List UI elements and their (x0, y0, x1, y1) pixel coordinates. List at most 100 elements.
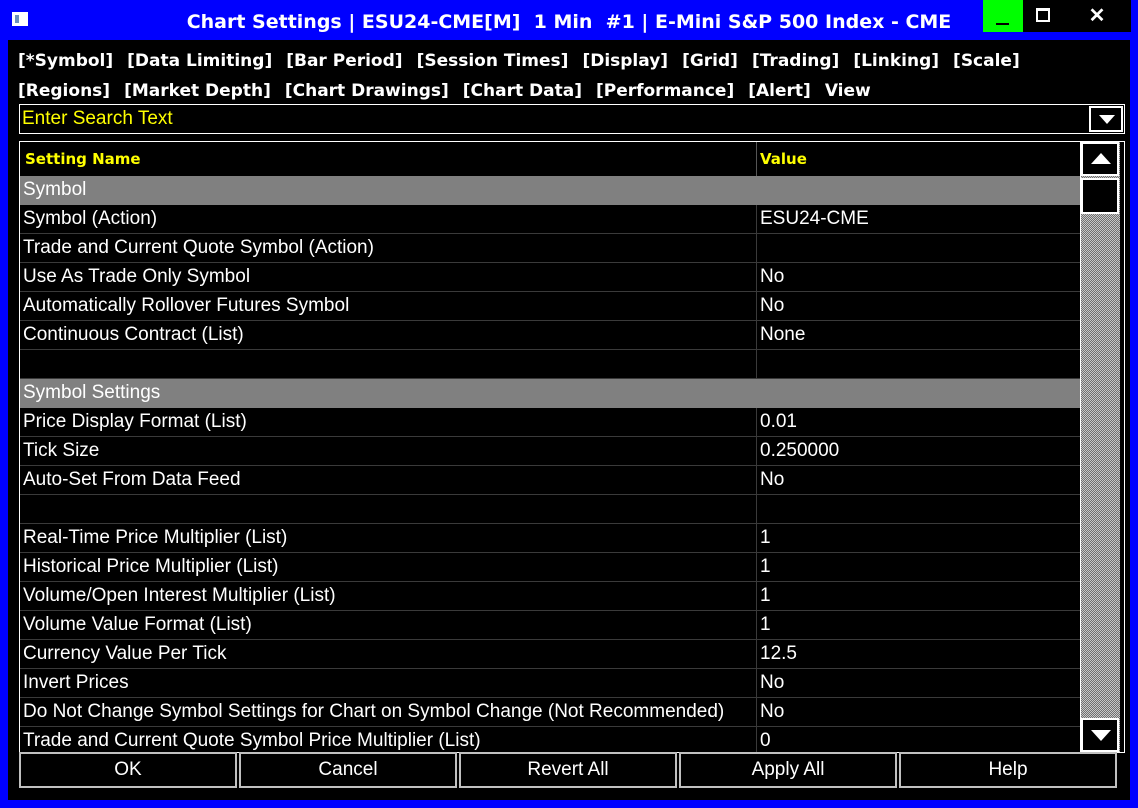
search-input[interactable] (20, 105, 1082, 133)
setting-value[interactable]: 0 (760, 727, 1078, 752)
setting-name: Continuous Contract (List) (23, 324, 244, 345)
close-button[interactable]: ✕ (1063, 0, 1131, 32)
setting-value[interactable]: 1 (760, 582, 1078, 610)
setting-name: Use As Trade Only Symbol (23, 266, 251, 287)
tab-trading[interactable]: [Trading] (752, 46, 839, 76)
setting-row[interactable]: Invert Prices No (20, 669, 1080, 698)
cell-separator (756, 727, 757, 752)
setting-row[interactable]: Real-Time Price Multiplier (List) 1 (20, 524, 1080, 553)
tab-alert[interactable]: [Alert] (748, 76, 811, 106)
section-header-row[interactable]: Symbol (20, 176, 1080, 205)
setting-row[interactable] (20, 350, 1080, 379)
setting-value[interactable]: 1 (760, 611, 1078, 639)
cell-separator (756, 408, 757, 437)
setting-value[interactable]: 0.250000 (760, 437, 1078, 465)
setting-value[interactable]: None (760, 321, 1078, 349)
cell-separator (756, 466, 757, 495)
cell-separator (756, 321, 757, 350)
section-header-row[interactable]: Symbol Settings (20, 379, 1080, 408)
tab-regions[interactable]: [Regions] (18, 76, 110, 106)
search-dropdown-button[interactable] (1089, 106, 1123, 132)
revert-all-button[interactable]: Revert All (459, 752, 677, 788)
setting-row[interactable]: Do Not Change Symbol Settings for Chart … (20, 698, 1080, 727)
client-area: [*Symbol] [Data Limiting] [Bar Period] [Ses… (8, 40, 1130, 800)
setting-value[interactable]: No (760, 669, 1078, 697)
section-title: Symbol (23, 179, 87, 200)
setting-row[interactable]: Historical Price Multiplier (List) 1 (20, 553, 1080, 582)
setting-name: Volume Value Format (List) (23, 614, 252, 635)
setting-name: Auto-Set From Data Feed (23, 469, 241, 490)
tab-view[interactable]: View (825, 76, 871, 106)
setting-name: Tick Size (23, 440, 100, 461)
setting-name: Historical Price Multiplier (List) (23, 556, 279, 577)
setting-value[interactable]: 12.5 (760, 640, 1078, 668)
setting-value[interactable]: 1 (760, 553, 1078, 581)
setting-name: Do Not Change Symbol Settings for Chart … (23, 701, 725, 722)
column-header-value[interactable]: Value (760, 142, 1078, 176)
cell-separator (756, 292, 757, 321)
window-title: Chart Settings | ESU24-CME[M] 1 Min #1 |… (186, 11, 952, 33)
setting-row[interactable]: Trade and Current Quote Symbol (Action) (20, 234, 1080, 263)
column-header-setting-name[interactable]: Setting Name (25, 142, 760, 176)
search-box (19, 104, 1125, 134)
tab-linking[interactable]: [Linking] (853, 46, 939, 76)
setting-name: Price Display Format (List) (23, 411, 247, 432)
vertical-scrollbar[interactable] (1080, 142, 1120, 752)
setting-row[interactable]: Auto-Set From Data Feed No (20, 466, 1080, 495)
settings-grid: Setting Name Value Symbol Symbol (Action)… (19, 141, 1125, 753)
apply-all-button[interactable]: Apply All (679, 752, 897, 788)
tab-chart-drawings[interactable]: [Chart Drawings] (285, 76, 449, 106)
tab-session-times[interactable]: [Session Times] (417, 46, 569, 76)
setting-row[interactable]: Volume Value Format (List) 1 (20, 611, 1080, 640)
cancel-button[interactable]: Cancel (239, 752, 457, 788)
setting-row[interactable]: Continuous Contract (List) None (20, 321, 1080, 350)
cell-separator (756, 350, 757, 379)
tab-performance[interactable]: [Performance] (596, 76, 734, 106)
scroll-up-arrow-icon[interactable] (1081, 142, 1119, 176)
setting-value[interactable]: 0.01 (760, 408, 1078, 436)
tab-grid[interactable]: [Grid] (682, 46, 738, 76)
setting-name: Real-Time Price Multiplier (List) (23, 527, 288, 548)
cell-separator (756, 234, 757, 263)
tab-market-depth[interactable]: [Market Depth] (124, 76, 271, 106)
setting-row[interactable]: Use As Trade Only Symbol No (20, 263, 1080, 292)
setting-row[interactable]: Volume/Open Interest Multiplier (List) 1 (20, 582, 1080, 611)
tab-symbol[interactable]: [*Symbol] (18, 46, 113, 76)
cell-separator (756, 698, 757, 727)
tab-chart-data[interactable]: [Chart Data] (463, 76, 582, 106)
setting-row[interactable]: Price Display Format (List) 0.01 (20, 408, 1080, 437)
tab-display[interactable]: [Display] (582, 46, 668, 76)
tab-data-limiting[interactable]: [Data Limiting] (127, 46, 272, 76)
setting-name: Currency Value Per Tick (23, 643, 227, 664)
setting-row[interactable]: Tick Size 0.250000 (20, 437, 1080, 466)
setting-row[interactable]: Automatically Rollover Futures Symbol No (20, 292, 1080, 321)
setting-row[interactable]: Symbol (Action) ESU24-CME (20, 205, 1080, 234)
title-bar[interactable]: Chart Settings | ESU24-CME[M] 1 Min #1 |… (0, 0, 1138, 40)
setting-value[interactable]: ESU24-CME (760, 205, 1078, 233)
cell-separator (756, 524, 757, 553)
help-button[interactable]: Help (899, 752, 1117, 788)
setting-value[interactable]: No (760, 698, 1078, 726)
tab-bar-period[interactable]: [Bar Period] (286, 46, 402, 76)
column-separator[interactable] (756, 142, 757, 176)
setting-value[interactable]: No (760, 263, 1078, 291)
setting-value[interactable]: 1 (760, 524, 1078, 552)
setting-row[interactable] (20, 495, 1080, 524)
setting-name: Trade and Current Quote Symbol (Action) (23, 237, 374, 258)
setting-row[interactable]: Trade and Current Quote Symbol Price Mul… (20, 727, 1080, 752)
minimize-button[interactable] (983, 0, 1023, 32)
setting-value[interactable]: No (760, 292, 1078, 320)
cell-separator (756, 611, 757, 640)
ok-button[interactable]: OK (19, 752, 237, 788)
settings-tabs: [*Symbol] [Data Limiting] [Bar Period] [Ses… (18, 46, 1118, 106)
tab-scale[interactable]: [Scale] (953, 46, 1020, 76)
cell-separator (756, 582, 757, 611)
maximize-button[interactable] (1023, 0, 1063, 32)
setting-name: Volume/Open Interest Multiplier (List) (23, 585, 336, 606)
setting-row[interactable]: Currency Value Per Tick 12.5 (20, 640, 1080, 669)
setting-value[interactable]: No (760, 466, 1078, 494)
section-title: Symbol Settings (23, 382, 161, 403)
scrollbar-thumb[interactable] (1081, 178, 1119, 214)
scroll-down-arrow-icon[interactable] (1081, 718, 1119, 752)
setting-name: Automatically Rollover Futures Symbol (23, 295, 350, 316)
